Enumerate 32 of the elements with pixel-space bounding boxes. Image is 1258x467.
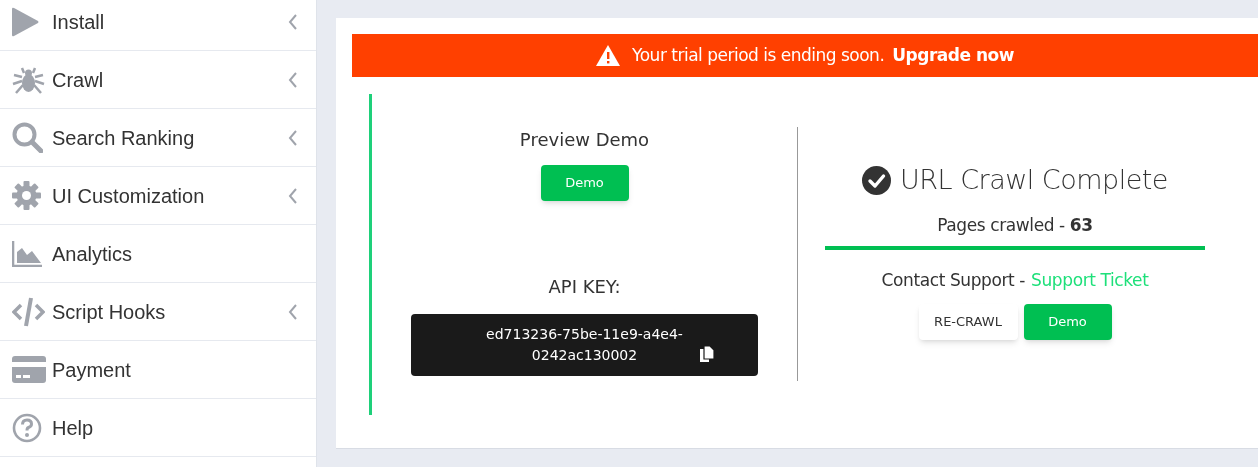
chevron-icon	[288, 13, 298, 30]
help-icon	[12, 412, 42, 443]
upgrade-link[interactable]: Upgrade now	[892, 42, 1014, 69]
chevron-icon	[288, 129, 298, 146]
banner-message: Your trial period is ending soon.	[632, 43, 885, 67]
sidebar-item[interactable]: Script Hooks	[0, 283, 316, 341]
api-key-label: API KEY:	[548, 275, 621, 299]
sidebar-item[interactable]: Install	[0, 0, 316, 51]
sidebar-item[interactable]: Payment	[0, 341, 316, 399]
copy-icon[interactable]	[699, 346, 714, 362]
settings-icon	[12, 181, 41, 210]
sidebar-item[interactable]: UI Customization	[0, 167, 316, 225]
code-icon	[12, 296, 45, 327]
pages-crawled: Pages crawled - 63	[937, 213, 1093, 237]
check-circle-icon	[862, 165, 892, 195]
chevron-icon	[288, 71, 298, 88]
search-icon	[12, 122, 43, 153]
sidebar-item[interactable]: Help	[0, 399, 316, 457]
recrawl-button[interactable]: RE-CRAWL	[918, 303, 1018, 340]
area-chart-icon	[12, 240, 42, 267]
sidebar-item[interactable]: Analytics	[0, 225, 316, 283]
preview-title: Preview Demo	[519, 128, 650, 152]
chevron-icon	[288, 187, 298, 204]
credit-card-icon	[12, 356, 46, 383]
warning-icon	[596, 45, 621, 66]
api-key-value: ed713236-75be-11e9-a4e4-0242ac130002	[485, 325, 684, 365]
play-icon	[12, 6, 39, 37]
chevron-icon	[288, 303, 298, 320]
status-title: URL Crawl Complete	[900, 163, 1168, 197]
sidebar-item[interactable]: Search Ranking	[0, 109, 316, 167]
support-text: Contact Support -	[881, 269, 1026, 292]
sidebar-item[interactable]: Crawl	[0, 51, 316, 109]
